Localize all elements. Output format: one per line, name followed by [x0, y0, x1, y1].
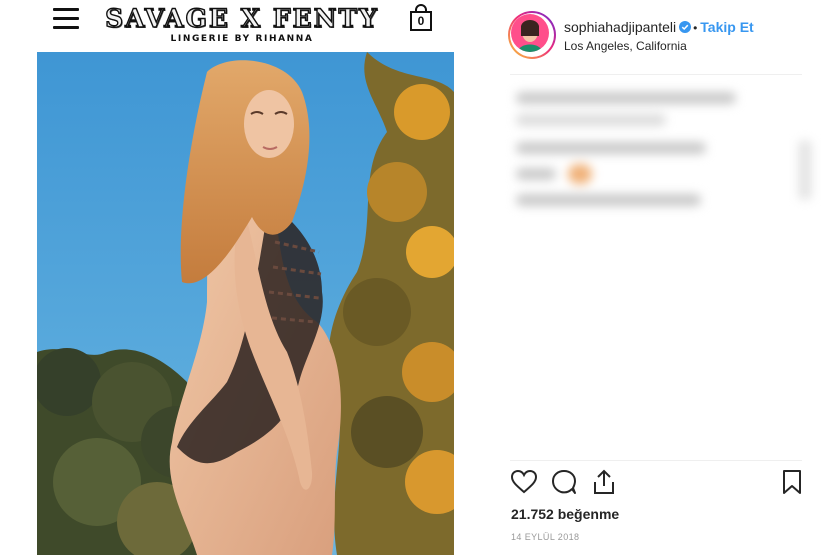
- cart-count: 0: [417, 14, 425, 28]
- avatar-image: [511, 14, 549, 52]
- verified-badge-icon: [679, 20, 692, 33]
- post-media[interactable]: SAVAGE X FENTY LINGERIE BY RIHANNA 0: [37, 0, 454, 555]
- post-date[interactable]: 14 EYLÜL 2018: [511, 532, 579, 542]
- header-divider: [510, 74, 802, 75]
- comments-area: [508, 84, 818, 224]
- post-header: sophiahadjipanteli • Takip Et Los Angeles,…: [508, 11, 808, 61]
- follow-button[interactable]: Takip Et: [700, 19, 753, 35]
- action-bar: [510, 468, 806, 498]
- separator-dot: •: [693, 21, 698, 35]
- brand-name: SAVAGE X FENTY: [104, 3, 379, 33]
- actions-divider: [510, 460, 802, 461]
- shopping-bag-icon: 0: [409, 4, 433, 32]
- brand-tagline: LINGERIE BY RIHANNA: [170, 34, 314, 44]
- bookmark-icon[interactable]: [778, 468, 806, 496]
- brand-header: SAVAGE X FENTY LINGERIE BY RIHANNA 0: [37, 0, 454, 52]
- comment-icon[interactable]: [550, 468, 578, 496]
- model-photo: [37, 52, 454, 555]
- heart-icon[interactable]: [510, 468, 538, 496]
- username-link[interactable]: sophiahadjipanteli: [564, 19, 676, 35]
- user-line: sophiahadjipanteli • Takip Et: [564, 19, 754, 35]
- location-link[interactable]: Los Angeles, California: [564, 39, 687, 53]
- share-icon[interactable]: [590, 468, 618, 496]
- brand-logo: SAVAGE X FENTY LINGERIE BY RIHANNA: [97, 3, 387, 44]
- post-panel: sophiahadjipanteli • Takip Et Los Angeles,…: [454, 0, 823, 555]
- hamburger-icon: [53, 8, 79, 30]
- avatar[interactable]: [508, 11, 556, 59]
- likes-count[interactable]: 21.752 beğenme: [511, 506, 619, 522]
